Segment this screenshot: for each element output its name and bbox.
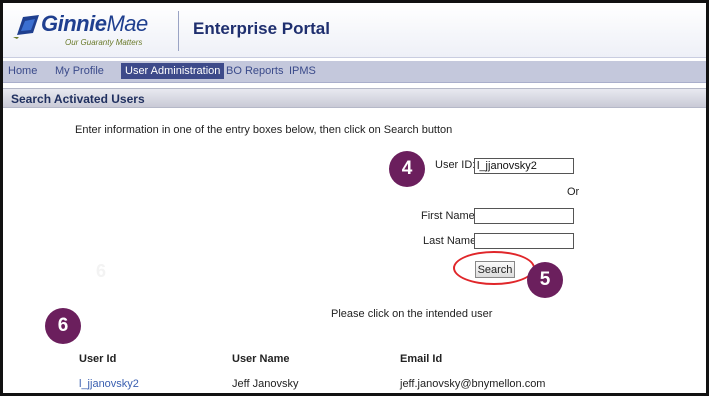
column-header-user-id: User Id [79,353,117,365]
portal-title: Enterprise Portal [193,19,330,38]
result-email: jeff.janovsky@bnymellon.com [400,378,546,390]
result-user-id-link[interactable]: l_jjanovsky2 [79,378,139,390]
logo-wordmark-light: Mae [106,11,148,36]
portal-header: GinnieMae Our Guaranty Matters Enterpris… [3,3,706,58]
header-divider [178,11,179,51]
column-header-user-name: User Name [232,353,290,365]
window-frame: GinnieMae Our Guaranty Matters Enterpris… [0,0,709,396]
eagle-logo-icon [13,15,39,39]
step-5-badge: 5 [527,262,563,298]
user-id-input[interactable] [474,158,574,174]
first-name-input[interactable] [474,208,574,224]
section-header: Search Activated Users [3,88,706,108]
or-separator: Or [567,186,580,198]
results-prompt: Please click on the intended user [331,308,493,320]
first-name-label: First Name: [421,210,478,222]
step-6-badge: 6 [45,308,81,344]
nav-item-bo-reports[interactable]: BO Reports [226,65,283,77]
last-name-label: Last Name: [423,235,480,247]
logo-wordmark-bold: Ginnie [41,11,107,36]
search-highlight-ring [453,251,535,285]
nav-item-home[interactable]: Home [8,65,37,77]
main-nav: Home My Profile User Administration BO R… [3,61,706,83]
result-user-name: Jeff Janovsky [232,378,299,390]
column-header-email-id: Email Id [400,353,443,365]
last-name-input[interactable] [474,233,574,249]
instructions-text: Enter information in one of the entry bo… [75,124,453,136]
step-4-badge: 4 [389,151,425,187]
user-id-label: User ID: [435,159,476,171]
nav-item-ipms[interactable]: IPMS [289,65,316,77]
logo-wordmark: GinnieMae [41,11,148,37]
faint-step-6-label: 6 [96,261,107,281]
ginnie-mae-logo[interactable]: GinnieMae Our Guaranty Matters [13,11,173,51]
nav-item-user-administration[interactable]: User Administration [121,63,225,79]
logo-tagline: Our Guaranty Matters [65,38,143,47]
section-title: Search Activated Users [11,92,145,106]
nav-item-my-profile[interactable]: My Profile [55,65,104,77]
